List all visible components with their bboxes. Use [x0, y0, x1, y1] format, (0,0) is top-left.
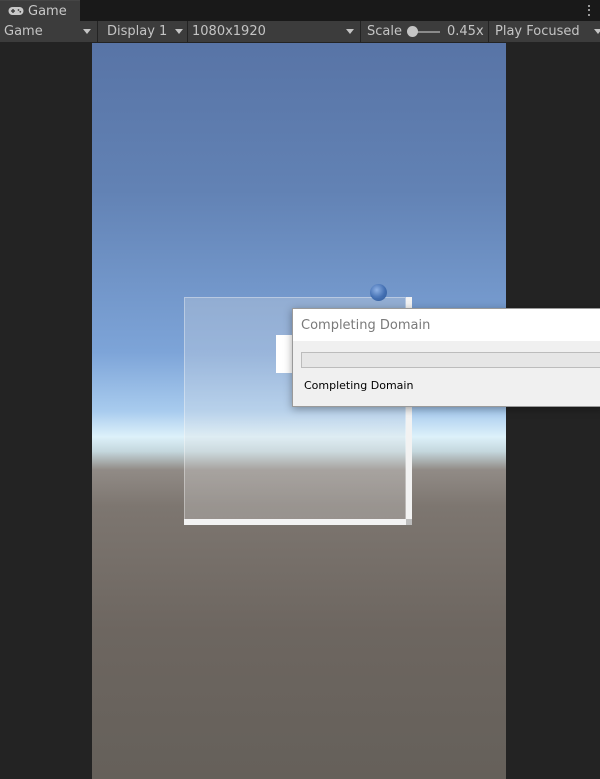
chevron-down-icon — [594, 29, 600, 34]
scale-slider-handle[interactable] — [407, 26, 418, 37]
progress-bar — [301, 352, 600, 368]
gamepad-icon — [8, 7, 24, 15]
display-label: Display 1 — [107, 24, 168, 39]
chevron-down-icon — [175, 29, 183, 34]
scrollbar-corner — [406, 519, 412, 525]
dialog-info-text: Completing Domain — [304, 379, 414, 392]
sphere-object — [370, 284, 387, 301]
scale-label-text: Scale — [367, 24, 402, 39]
play-mode-dropdown[interactable]: Play Focused — [495, 21, 580, 42]
more-options-icon[interactable] — [586, 2, 592, 18]
toolbar-divider — [97, 21, 98, 42]
resolution-label: 1080x1920 — [192, 24, 266, 39]
toolbar-divider — [488, 21, 489, 42]
horizontal-scrollbar[interactable] — [184, 519, 406, 525]
tab-strip: Game — [0, 0, 600, 21]
play-mode-label: Play Focused — [495, 24, 580, 39]
toolbar-divider — [187, 21, 188, 42]
scale-value-text: 0.45x — [447, 24, 484, 39]
display-dropdown[interactable]: Display 1 — [107, 21, 167, 42]
scale-value: 0.45x — [447, 21, 484, 42]
dialog-title: Completing Domain — [301, 317, 431, 333]
tab-game[interactable]: Game — [0, 0, 80, 21]
resolution-dropdown[interactable]: 1080x1920 — [192, 21, 266, 42]
tab-label: Game — [28, 3, 67, 19]
chevron-down-icon — [346, 29, 354, 34]
dialog-title-bar[interactable]: Completing Domain — [293, 309, 600, 341]
view-mode-dropdown[interactable]: Game — [4, 21, 43, 42]
toolbar-divider — [360, 21, 361, 42]
view-mode-label: Game — [4, 24, 43, 39]
chevron-down-icon — [83, 29, 91, 34]
game-view-toolbar: Game Display 1 1080x1920 Scale 0.45x Pla… — [0, 21, 600, 43]
progress-dialog: Completing Domain Completing Domain — [292, 308, 600, 407]
scale-label: Scale — [367, 21, 402, 42]
